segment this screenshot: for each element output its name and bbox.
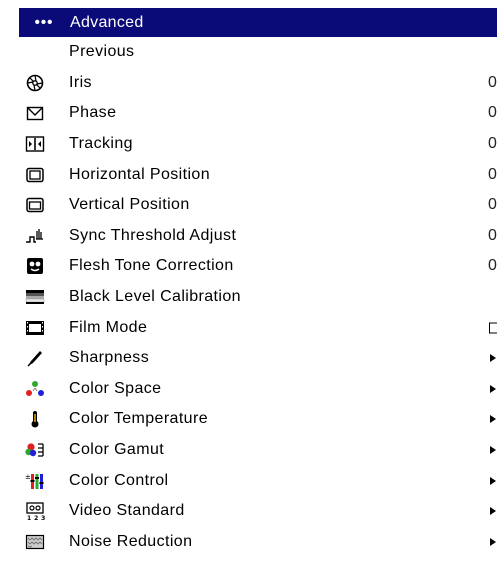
sharpness-icon: [24, 347, 46, 369]
menu-item-value: 0: [488, 226, 497, 244]
menu-item-phase[interactable]: Phase 0: [19, 98, 497, 129]
menu-item-label: Black Level Calibration: [69, 288, 241, 306]
submenu-arrow-icon[interactable]: [490, 537, 496, 546]
menu-item-value: 0: [488, 104, 497, 122]
menu-item-film-mode[interactable]: Film Mode: [19, 312, 497, 343]
menu-item-iris[interactable]: Iris 0: [19, 68, 497, 99]
menu-item-tracking[interactable]: Tracking 0: [19, 129, 497, 160]
menu-title: Advanced: [70, 13, 144, 31]
menu-item-horizontal-position[interactable]: Horizontal Position 0: [19, 159, 497, 190]
menu-item-label: Phase: [69, 104, 117, 122]
menu-list: Previous Iris 0 Phase 0 Tracking 0 Horizontal P…: [19, 37, 497, 557]
menu-item-value: 0: [488, 73, 497, 91]
menu-item-sync-threshold-adjust[interactable]: Sync Threshold Adjust 0: [19, 221, 497, 252]
tracking-icon: [24, 133, 46, 155]
menu-item-label: Color Control: [69, 471, 169, 489]
phase-icon: [24, 102, 46, 124]
menu-item-value: 0: [488, 196, 497, 214]
submenu-arrow-icon[interactable]: [490, 446, 496, 455]
color-temperature-icon: [24, 408, 46, 430]
menu-item-vertical-position[interactable]: Vertical Position 0: [19, 190, 497, 221]
sync-threshold-icon: [24, 225, 46, 247]
color-space-icon: [24, 378, 46, 400]
black-level-icon: [24, 286, 46, 308]
menu-item-value: 0: [488, 165, 497, 183]
menu-item-label: Sharpness: [69, 349, 150, 367]
menu-item-color-space[interactable]: Color Space: [19, 374, 497, 405]
menu-item-color-temperature[interactable]: Color Temperature: [19, 404, 497, 435]
menu-item-previous[interactable]: Previous: [19, 37, 497, 68]
menu-item-color-control[interactable]: ± Color Control: [19, 465, 497, 496]
film-mode-checkbox[interactable]: [489, 322, 497, 334]
menu-dots-icon[interactable]: •••: [19, 14, 69, 31]
menu-item-label: Tracking: [69, 135, 133, 153]
submenu-arrow-icon[interactable]: [490, 384, 496, 393]
svg-text:±: ±: [25, 473, 31, 481]
vertical-position-icon: [24, 194, 46, 216]
menu-item-label: Noise Reduction: [69, 532, 193, 550]
iris-icon: [24, 72, 46, 94]
menu-item-label: Video Standard: [69, 502, 185, 520]
flesh-tone-icon: [24, 255, 46, 277]
menu-item-label: Previous: [69, 43, 135, 61]
menu-item-label: Iris: [69, 73, 92, 91]
svg-text:1 2 3: 1 2 3: [27, 515, 45, 521]
menu-item-value: 0: [488, 257, 497, 275]
menu-item-sharpness[interactable]: Sharpness: [19, 343, 497, 374]
submenu-arrow-icon[interactable]: [490, 354, 496, 363]
menu-item-flesh-tone-correction[interactable]: Flesh Tone Correction 0: [19, 251, 497, 282]
menu-item-noise-reduction[interactable]: Noise Reduction: [19, 527, 497, 558]
menu-item-value: 0: [488, 135, 497, 153]
menu-item-label: Color Gamut: [69, 441, 165, 459]
film-mode-icon: [24, 317, 46, 339]
menu-item-label: Color Space: [69, 379, 162, 397]
noise-reduction-icon: [24, 531, 46, 553]
menu-item-video-standard[interactable]: 1 2 3 Video Standard: [19, 496, 497, 527]
submenu-arrow-icon[interactable]: [490, 476, 496, 485]
menu-item-label: Film Mode: [69, 318, 148, 336]
submenu-arrow-icon[interactable]: [490, 507, 496, 516]
menu-item-black-level-calibration[interactable]: Black Level Calibration: [19, 282, 497, 313]
menu-item-label: Vertical Position: [69, 196, 190, 214]
video-standard-icon: 1 2 3: [24, 500, 46, 522]
submenu-arrow-icon[interactable]: [490, 415, 496, 424]
menu-item-label: Sync Threshold Adjust: [69, 226, 237, 244]
advanced-menu: ••• Advanced Previous Iris 0 Phase 0 Tracking…: [19, 8, 497, 557]
menu-item-label: Horizontal Position: [69, 165, 210, 183]
menu-item-label: Color Temperature: [69, 410, 209, 428]
menu-item-color-gamut[interactable]: Color Gamut: [19, 435, 497, 466]
menu-item-label: Flesh Tone Correction: [69, 257, 234, 275]
color-gamut-icon: [24, 439, 46, 461]
horizontal-position-icon: [24, 164, 46, 186]
menu-header: ••• Advanced: [19, 8, 497, 37]
color-control-icon: ±: [24, 470, 46, 492]
